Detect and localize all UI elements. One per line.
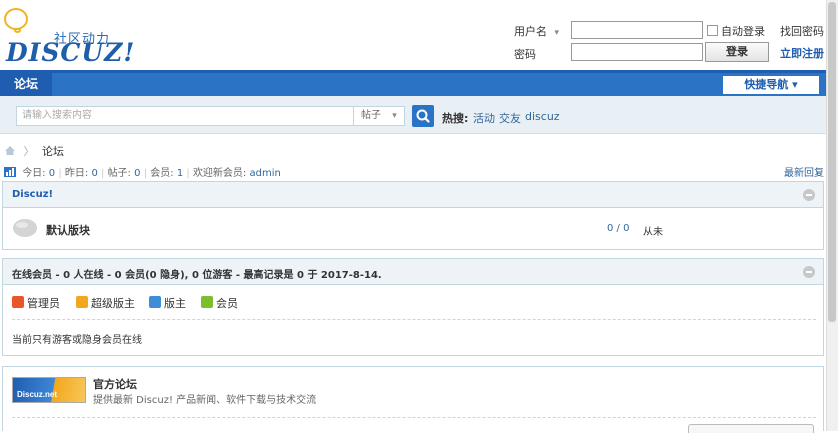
stats-chart-icon — [4, 167, 16, 177]
discuz-net-logo-text: Discuz.net — [17, 390, 58, 399]
category-header: Discuz! — [3, 182, 823, 208]
home-icon[interactable] — [4, 145, 16, 156]
partner-box: Discuz.net 官方论坛 提供最新 Discuz! 产品新闻、软件下载与技… — [2, 366, 824, 431]
username-label-text: 用户名 — [514, 25, 547, 38]
scrollbar-thumb[interactable] — [828, 2, 836, 322]
forum-name-link[interactable]: 默认版块 — [46, 222, 90, 238]
breadcrumb: 〉 论坛 — [4, 143, 64, 159]
collapse-icon[interactable] — [803, 189, 815, 201]
login-button[interactable]: 登录 — [705, 42, 769, 62]
online-status-text: 当前只有游客或隐身会员在线 — [12, 335, 142, 346]
stat-posts-value: 0 — [134, 168, 141, 179]
stat-posts-label: 帖子: — [107, 168, 131, 179]
search-type-select[interactable]: 帖子 ▾ — [353, 106, 405, 126]
online-title[interactable]: 在线会员 - 0 人在线 - 0 会员(0 隐身), 0 位游客 - 最高记录是… — [12, 266, 382, 281]
divider — [12, 319, 816, 320]
forum-counts: 0 / 0 — [607, 223, 630, 234]
forgot-password-link[interactable]: 找回密码 — [780, 23, 824, 39]
legend-moderator: 版主 — [164, 297, 186, 310]
stat-today-value: 0 — [48, 168, 56, 179]
logo-bubble-tail — [14, 28, 21, 33]
site-logo[interactable]: 社区动力 DISCUZ! — [2, 0, 152, 70]
auto-login-label: 自动登录 — [721, 25, 765, 38]
legend-admin: 管理员 — [27, 297, 60, 310]
auto-login-checkbox[interactable] — [707, 25, 718, 36]
register-link[interactable]: 立即注册 — [780, 45, 824, 61]
latest-reply-link[interactable]: 最新回复 — [784, 164, 824, 179]
search-button[interactable] — [412, 105, 434, 127]
quick-nav-button[interactable]: 快捷导航 ▾ — [723, 76, 819, 94]
admin-badge-icon — [12, 296, 24, 308]
stat-members-label: 会员: — [150, 168, 174, 179]
member-badge-icon — [201, 296, 213, 308]
logo-bubble-icon — [4, 8, 28, 30]
password-input[interactable] — [571, 43, 703, 61]
online-members-box: 在线会员 - 0 人在线 - 0 会员(0 隐身), 0 位游客 - 最高记录是… — [2, 258, 824, 356]
breadcrumb-current: 论坛 — [42, 145, 64, 158]
hot-term-link[interactable]: discuz — [525, 110, 560, 123]
category-title[interactable]: Discuz! — [12, 189, 53, 200]
password-label: 密码 — [514, 48, 536, 61]
stat-welcome-label: 欢迎新会员: — [192, 168, 247, 179]
search-type-value: 帖子 — [361, 110, 381, 121]
forum-last-post: 从未 — [643, 227, 663, 238]
logo-text: DISCUZ! — [6, 38, 136, 67]
collapse-icon[interactable] — [803, 266, 815, 278]
category-box: Discuz! 默认版块 0 / 0 从未 — [2, 181, 824, 250]
partner-description: 提供最新 Discuz! 产品新闻、软件下载与技术交流 — [93, 395, 317, 406]
online-header: 在线会员 - 0 人在线 - 0 会员(0 隐身), 0 位游客 - 最高记录是… — [3, 259, 823, 285]
chevron-down-icon: ▾ — [392, 111, 397, 121]
breadcrumb-separator-icon: 〉 — [23, 145, 35, 158]
main-nav: 论坛 快捷导航 ▾ — [0, 70, 826, 96]
stat-yesterday-value: 0 — [91, 168, 98, 179]
new-member-link[interactable]: admin — [250, 168, 281, 179]
super-moderator-badge-icon — [76, 296, 88, 308]
hot-term-link[interactable]: 活动 — [473, 110, 495, 126]
moderator-badge-icon — [149, 296, 161, 308]
nav-tab-forum[interactable]: 论坛 — [0, 73, 52, 96]
hot-search-label: 热搜: — [442, 112, 469, 125]
stat-today-label: 今日: — [22, 168, 46, 179]
search-input[interactable]: 请输入搜索内容 — [16, 106, 353, 126]
stat-yesterday-label: 昨日: — [64, 168, 89, 179]
forum-stats: 今日: 0 | 昨日: 0 | 帖子: 0 | 会员: 1 | 欢迎新会员: a… — [4, 164, 281, 179]
stat-members-value: 1 — [176, 168, 184, 179]
discuz-net-logo[interactable]: Discuz.net — [12, 377, 86, 403]
username-label: 用户名 ▾ — [514, 23, 559, 39]
username-input[interactable] — [571, 21, 703, 39]
hot-term-link[interactable]: 交友 — [499, 110, 521, 126]
chevron-down-icon[interactable]: ▾ — [555, 28, 560, 38]
search-bar: 请输入搜索内容 帖子 ▾ 热搜: 活动 交友 discuz — [0, 96, 826, 134]
partner-title-link[interactable]: 官方论坛 — [93, 376, 137, 392]
forum-bubble-icon — [12, 218, 38, 238]
legend-super-moderator: 超级版主 — [91, 297, 135, 310]
floating-tab[interactable] — [688, 424, 814, 433]
divider — [12, 417, 816, 418]
search-icon — [416, 109, 430, 123]
legend-member: 会员 — [216, 297, 238, 310]
